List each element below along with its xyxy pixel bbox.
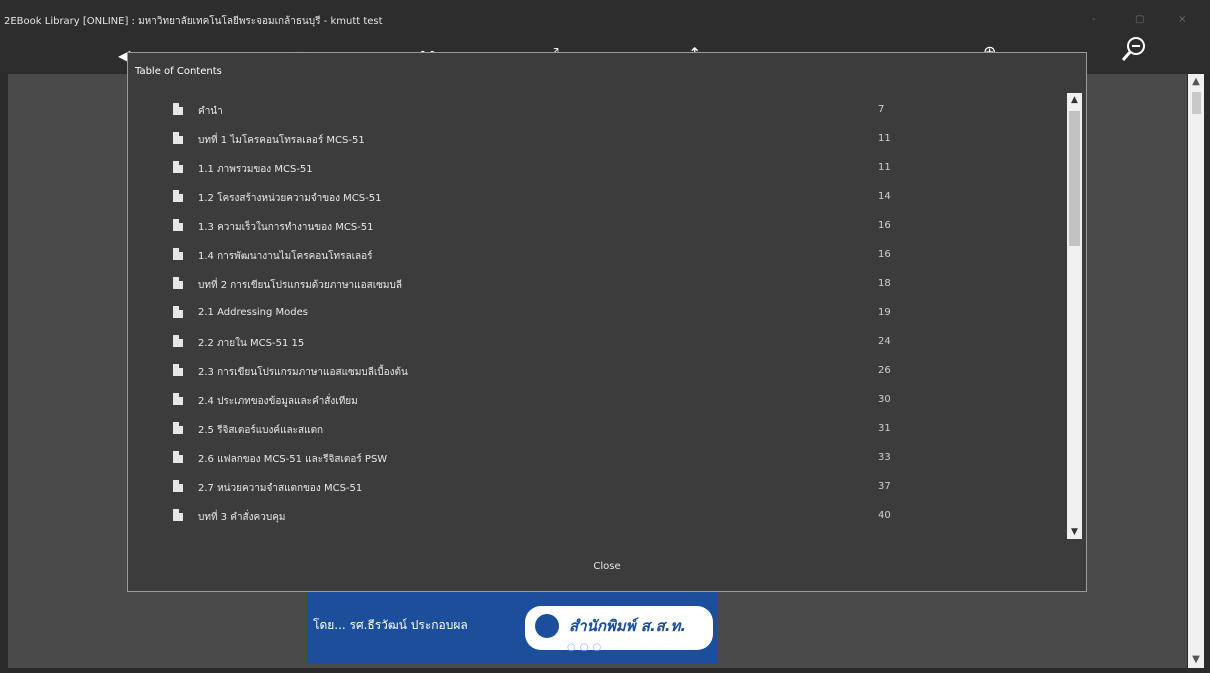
publisher-badge: สำนักพิมพ์ ส.ส.ท. bbox=[525, 606, 713, 650]
toc-entry[interactable]: บทที่ 2 การเขียนโปรแกรมด้วยภาษาแอสเซมบลี… bbox=[173, 276, 993, 294]
toc-entry-label: 2.6 แฟลกของ MCS-51 และรีจิสเตอร์ PSW bbox=[198, 454, 388, 465]
toc-entry-page: 14 bbox=[878, 191, 891, 202]
toc-entry-page: 16 bbox=[878, 220, 891, 231]
document-icon bbox=[173, 335, 183, 347]
toc-dialog: Table of Contents คำนำ 7 บทที่ 1 ไมโครคอ… bbox=[127, 52, 1087, 592]
toc-entry-page: 26 bbox=[878, 365, 891, 376]
scroll-down-icon[interactable]: ▼ bbox=[1188, 652, 1204, 668]
document-icon bbox=[173, 480, 183, 492]
toc-entry-label: 1.3 ความเร็วในการทำงานของ MCS-51 bbox=[198, 222, 374, 233]
toc-entry-page: 7 bbox=[878, 104, 885, 115]
book-cover: โดย... รศ.ธีรวัฒน์ ประกอบผล สำนักพิมพ์ ส… bbox=[307, 592, 717, 664]
toc-entry-label: 2.4 ประเภทของข้อมูลและคำสั่งเทียม bbox=[198, 396, 358, 407]
document-icon bbox=[173, 306, 183, 318]
document-icon bbox=[173, 132, 183, 144]
scroll-up-icon[interactable]: ▲ bbox=[1067, 93, 1082, 107]
dialog-title: Table of Contents bbox=[135, 66, 222, 77]
document-icon bbox=[173, 451, 183, 463]
toc-entry-page: 11 bbox=[878, 133, 891, 144]
document-icon bbox=[173, 161, 183, 173]
toc-entry[interactable]: บทที่ 3 คำสั่งควบคุม 40 bbox=[173, 508, 993, 526]
document-icon bbox=[173, 277, 183, 289]
toc-entry-label: 2.1 Addressing Modes bbox=[198, 307, 309, 318]
toc-entry-label: 2.7 หน่วยความจำสแตกของ MCS-51 bbox=[198, 483, 363, 494]
viewer-scrollbar[interactable]: ▲ ▼ bbox=[1188, 74, 1204, 668]
minimize-button[interactable]: - bbox=[1092, 14, 1096, 25]
document-icon bbox=[173, 393, 183, 405]
toc-entry[interactable]: 1.3 ความเร็วในการทำงานของ MCS-51 16 bbox=[173, 218, 993, 236]
toc-entry[interactable]: 2.4 ประเภทของข้อมูลและคำสั่งเทียม 30 bbox=[173, 392, 993, 410]
toc-entry[interactable]: บทที่ 1 ไมโครคอนโทรลเลอร์ MCS-51 11 bbox=[173, 131, 993, 149]
toc-entry[interactable]: 2.5 รีจิสเตอร์แบงค์และสแตก 31 bbox=[173, 421, 993, 439]
document-icon bbox=[173, 190, 183, 202]
title-bar: 2EBook Library [ONLINE] : มหาวิทยาลัยเทค… bbox=[0, 0, 1210, 34]
scroll-thumb[interactable] bbox=[1069, 111, 1080, 246]
toc-entry-label: 2.2 ภายใน MCS-51 15 bbox=[198, 338, 305, 349]
document-icon bbox=[173, 219, 183, 231]
toc-entry-page: 31 bbox=[878, 423, 891, 434]
toc-entry[interactable]: 2.3 การเขียนโปรแกรมภาษาแอสแซมบลีเบื้องต้… bbox=[173, 363, 993, 381]
scroll-thumb[interactable] bbox=[1192, 92, 1201, 114]
book-author: โดย... รศ.ธีรวัฒน์ ประกอบผล bbox=[313, 618, 468, 632]
toc-entry-page: 19 bbox=[878, 307, 891, 318]
document-icon bbox=[173, 422, 183, 434]
toc-entry-label: 2.5 รีจิสเตอร์แบงค์และสแตก bbox=[198, 425, 324, 436]
scroll-up-icon[interactable]: ▲ bbox=[1188, 74, 1204, 90]
toc-entry-label: บทที่ 3 คำสั่งควบคุม bbox=[198, 512, 286, 523]
toc-entry-label: คำนำ bbox=[198, 106, 223, 117]
toc-scrollbar[interactable]: ▲ ▼ bbox=[1067, 93, 1082, 539]
toc-entry-label: 2.3 การเขียนโปรแกรมภาษาแอสแซมบลีเบื้องต้… bbox=[198, 367, 408, 378]
toc-entry[interactable]: 2.6 แฟลกของ MCS-51 และรีจิสเตอร์ PSW 33 bbox=[173, 450, 993, 468]
zoom-out-icon[interactable] bbox=[1120, 36, 1146, 64]
toc-entry[interactable]: 1.2 โครงสร้างหน่วยความจำของ MCS-51 14 bbox=[173, 189, 993, 207]
toc-entry-page: 33 bbox=[878, 452, 891, 463]
publisher-name: สำนักพิมพ์ ส.ส.ท. bbox=[569, 617, 687, 635]
toc-entry[interactable]: 2.1 Addressing Modes 19 bbox=[173, 305, 993, 323]
maximize-button[interactable]: ▢ bbox=[1135, 14, 1144, 25]
toc-entry-label: บทที่ 1 ไมโครคอนโทรลเลอร์ MCS-51 bbox=[198, 135, 365, 146]
decorative-dots: ○○○ bbox=[567, 642, 606, 653]
toc-entry-page: 37 bbox=[878, 481, 891, 492]
toc-list: คำนำ 7 บทที่ 1 ไมโครคอนโทรลเลอร์ MCS-51 … bbox=[173, 95, 993, 538]
close-button[interactable]: Close bbox=[586, 558, 628, 576]
document-icon bbox=[173, 364, 183, 376]
document-icon bbox=[173, 509, 183, 521]
close-window-button[interactable]: × bbox=[1178, 14, 1186, 25]
toc-entry-label: บทที่ 2 การเขียนโปรแกรมด้วยภาษาแอสเซมบลี bbox=[198, 280, 403, 291]
toc-entry-label: 1.4 การพัฒนางานไมโครคอนโทรลเลอร์ bbox=[198, 251, 373, 262]
toc-entry[interactable]: 2.7 หน่วยความจำสแตกของ MCS-51 37 bbox=[173, 479, 993, 497]
toc-entry-page: 18 bbox=[878, 278, 891, 289]
toc-entry[interactable]: 2.2 ภายใน MCS-51 15 24 bbox=[173, 334, 993, 352]
publisher-logo-icon bbox=[535, 614, 559, 638]
toc-entry-page: 24 bbox=[878, 336, 891, 347]
scroll-down-icon[interactable]: ▼ bbox=[1067, 525, 1082, 539]
toc-entry-page: 30 bbox=[878, 394, 891, 405]
document-icon bbox=[173, 103, 183, 115]
toc-entry-page: 16 bbox=[878, 249, 891, 260]
toc-entry[interactable]: 1.1 ภาพรวมของ MCS-51 11 bbox=[173, 160, 993, 178]
toc-entry-label: 1.1 ภาพรวมของ MCS-51 bbox=[198, 164, 313, 175]
document-icon bbox=[173, 248, 183, 260]
toc-entry-page: 11 bbox=[878, 162, 891, 173]
toc-entry-label: 1.2 โครงสร้างหน่วยความจำของ MCS-51 bbox=[198, 193, 382, 204]
window-title: 2EBook Library [ONLINE] : มหาวิทยาลัยเทค… bbox=[4, 16, 383, 27]
toc-entry-page: 40 bbox=[878, 510, 891, 521]
toc-entry[interactable]: คำนำ 7 bbox=[173, 102, 993, 120]
toc-entry[interactable]: 1.4 การพัฒนางานไมโครคอนโทรลเลอร์ 16 bbox=[173, 247, 993, 265]
